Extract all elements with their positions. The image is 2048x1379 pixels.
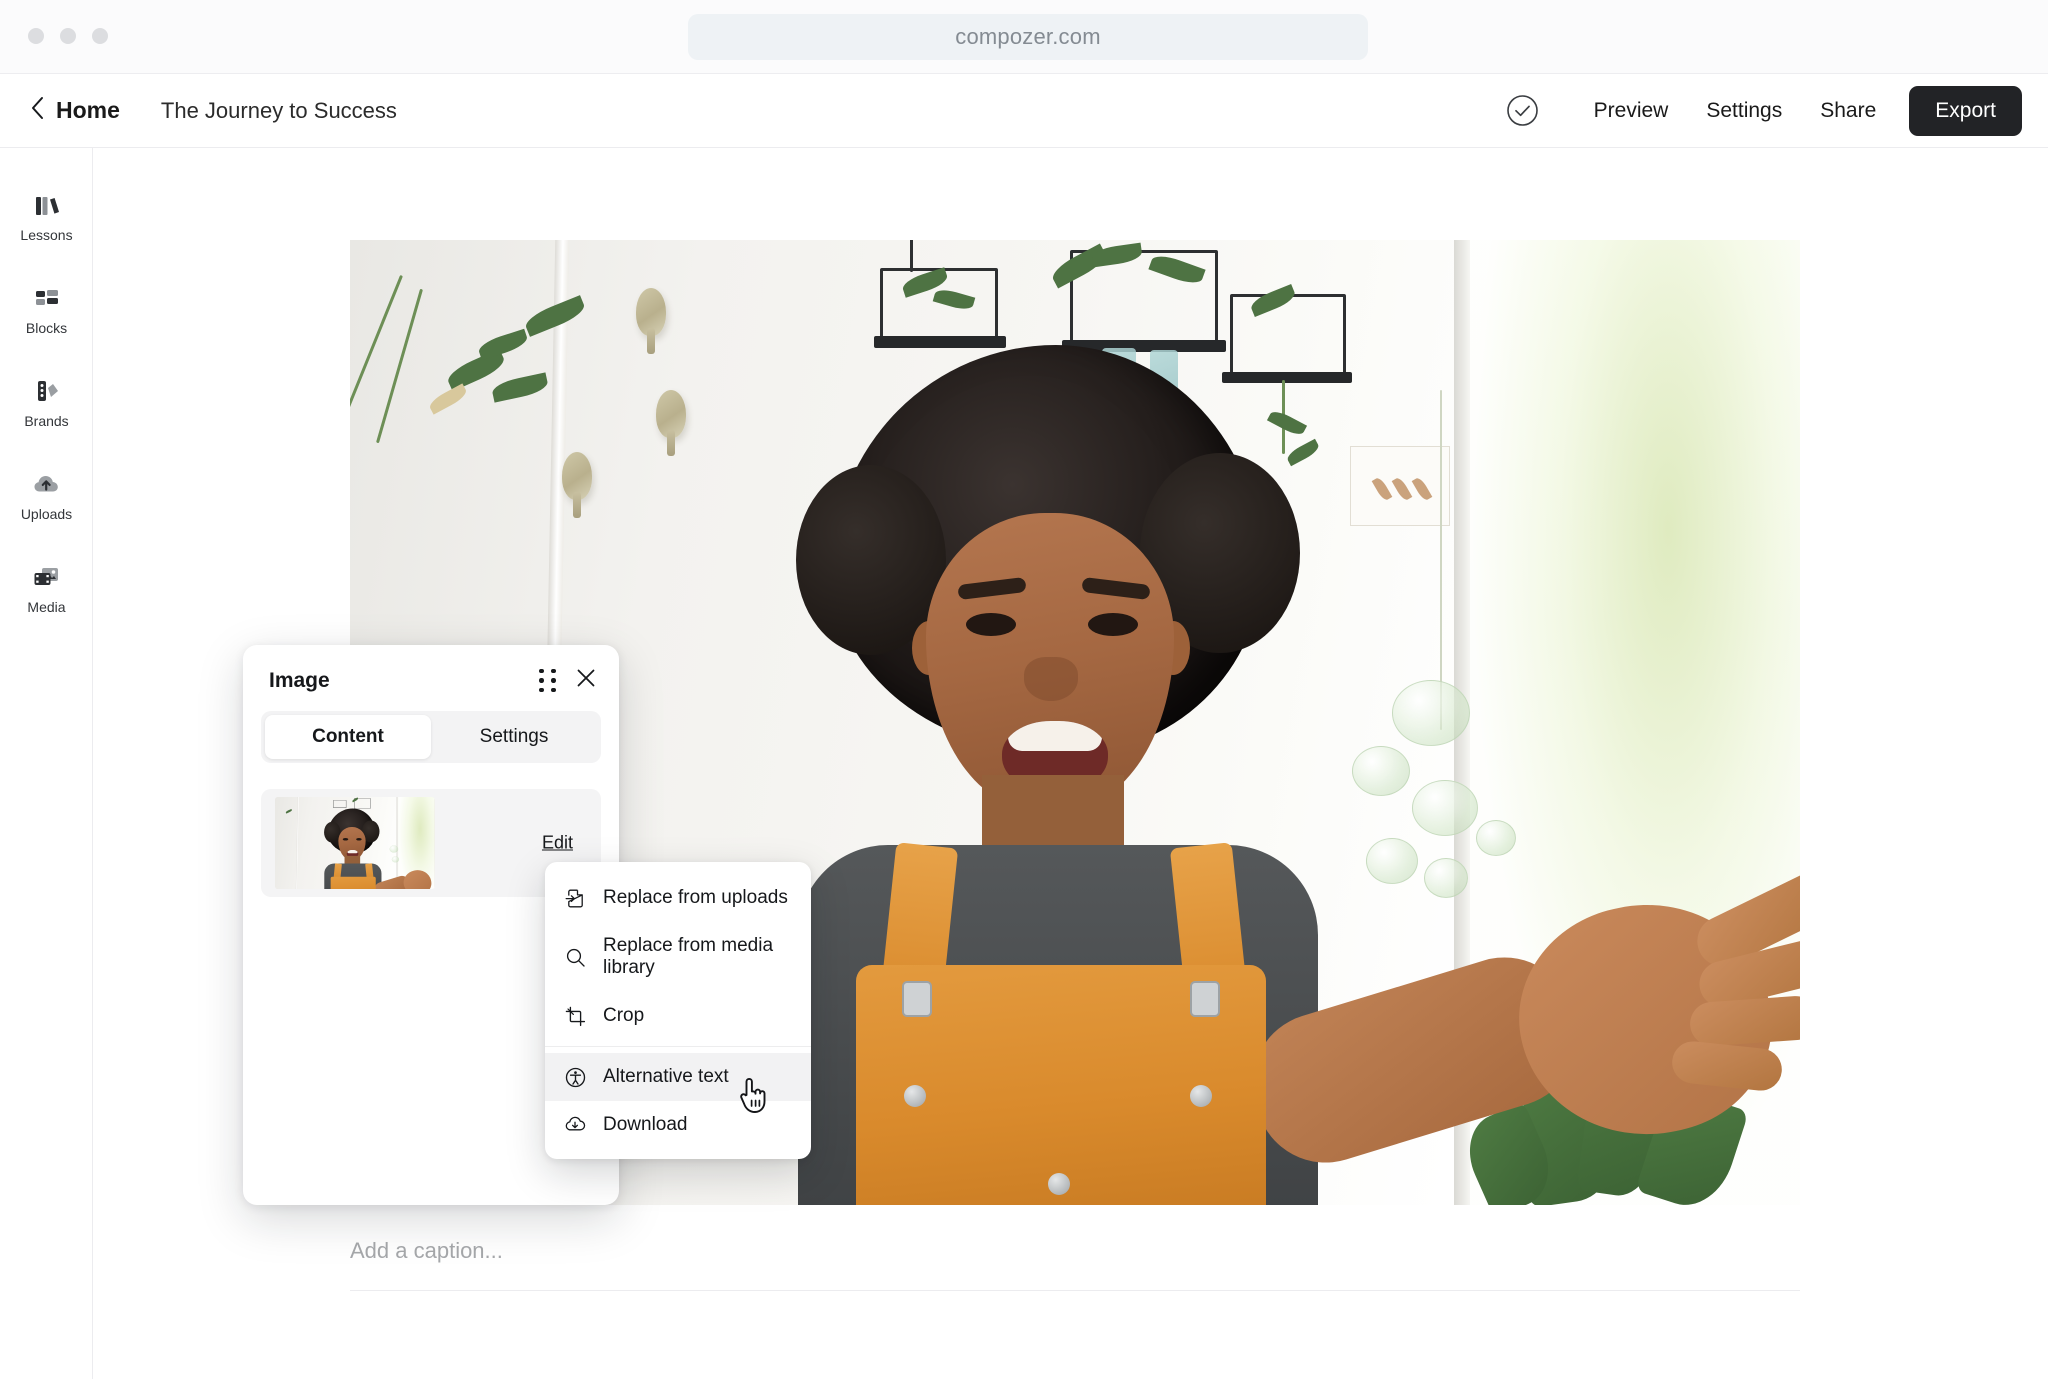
panel-header-actions bbox=[539, 667, 597, 694]
menu-item-label: Replace from uploads bbox=[603, 887, 788, 909]
sidebar-item-label: Blocks bbox=[26, 320, 67, 336]
brand-palette-icon bbox=[32, 376, 62, 406]
sidebar-item-label: Lessons bbox=[20, 227, 72, 243]
menu-item-label: Download bbox=[603, 1114, 688, 1136]
menu-item-label: Crop bbox=[603, 1005, 644, 1027]
window-traffic-lights bbox=[28, 28, 108, 44]
sidebar-item-label: Brands bbox=[24, 413, 68, 429]
close-icon[interactable] bbox=[575, 667, 597, 694]
sidebar-item-blocks[interactable]: Blocks bbox=[0, 263, 93, 356]
menu-item-label: Alternative text bbox=[603, 1066, 729, 1088]
sidebar-item-label: Media bbox=[27, 599, 65, 615]
check-circle-icon[interactable] bbox=[1506, 94, 1539, 127]
cloud-upload-icon bbox=[32, 469, 62, 499]
search-icon bbox=[564, 946, 586, 968]
blocks-icon bbox=[32, 283, 62, 313]
menu-item-replace-from-uploads[interactable]: Replace from uploads bbox=[545, 874, 811, 922]
caption-row: Add a caption... bbox=[350, 1238, 1800, 1291]
app-header: Home The Journey to Success Preview Sett… bbox=[0, 74, 2048, 148]
image-edit-menu: Replace from uploads Replace from media … bbox=[545, 862, 811, 1159]
menu-item-label: Replace from media library bbox=[603, 935, 811, 979]
sidebar-item-uploads[interactable]: Uploads bbox=[0, 449, 93, 542]
browser-chrome: compozer.com bbox=[0, 0, 2048, 74]
chevron-left-icon bbox=[30, 96, 45, 125]
drag-handle-icon[interactable] bbox=[539, 669, 557, 693]
panel-header: Image bbox=[243, 645, 619, 694]
menu-item-crop[interactable]: Crop bbox=[545, 992, 811, 1040]
books-icon bbox=[32, 190, 62, 220]
home-back-link[interactable]: Home bbox=[30, 96, 120, 125]
sidebar-item-label: Uploads bbox=[21, 506, 72, 522]
minimize-window-button[interactable] bbox=[60, 28, 76, 44]
image-thumbnail[interactable] bbox=[275, 797, 435, 889]
home-label: Home bbox=[56, 97, 120, 124]
menu-item-alternative-text[interactable]: Alternative text bbox=[545, 1053, 811, 1101]
accessibility-icon bbox=[564, 1066, 586, 1088]
header-actions: Preview Settings Share Export bbox=[1506, 86, 2022, 136]
panel-tabs: Content Settings bbox=[261, 711, 601, 763]
tab-settings[interactable]: Settings bbox=[431, 715, 597, 759]
cloud-download-icon bbox=[564, 1114, 586, 1136]
document-title[interactable]: The Journey to Success bbox=[161, 98, 397, 124]
caption-input[interactable]: Add a caption... bbox=[350, 1238, 1800, 1264]
url-text: compozer.com bbox=[955, 24, 1100, 50]
menu-item-replace-from-media-library[interactable]: Replace from media library bbox=[545, 922, 811, 992]
menu-divider bbox=[545, 1046, 811, 1047]
menu-item-download[interactable]: Download bbox=[545, 1101, 811, 1149]
panel-title: Image bbox=[269, 669, 330, 693]
maximize-window-button[interactable] bbox=[92, 28, 108, 44]
close-window-button[interactable] bbox=[28, 28, 44, 44]
file-import-icon bbox=[564, 887, 586, 909]
export-button[interactable]: Export bbox=[1909, 86, 2022, 136]
crop-icon bbox=[564, 1005, 586, 1027]
caption-divider bbox=[350, 1290, 1800, 1291]
media-image-icon bbox=[32, 562, 62, 592]
address-bar[interactable]: compozer.com bbox=[688, 14, 1368, 60]
tab-content[interactable]: Content bbox=[265, 715, 431, 759]
sidebar-item-lessons[interactable]: Lessons bbox=[0, 170, 93, 263]
sidebar-item-brands[interactable]: Brands bbox=[0, 356, 93, 449]
preview-button[interactable]: Preview bbox=[1575, 89, 1688, 133]
sidebar-item-media[interactable]: Media bbox=[0, 542, 93, 635]
settings-button[interactable]: Settings bbox=[1687, 89, 1801, 133]
thumbnail-content bbox=[275, 797, 435, 889]
left-sidebar: Lessons Blocks Brands bbox=[0, 148, 93, 1379]
share-button[interactable]: Share bbox=[1801, 89, 1895, 133]
edit-image-link[interactable]: Edit bbox=[542, 833, 573, 854]
